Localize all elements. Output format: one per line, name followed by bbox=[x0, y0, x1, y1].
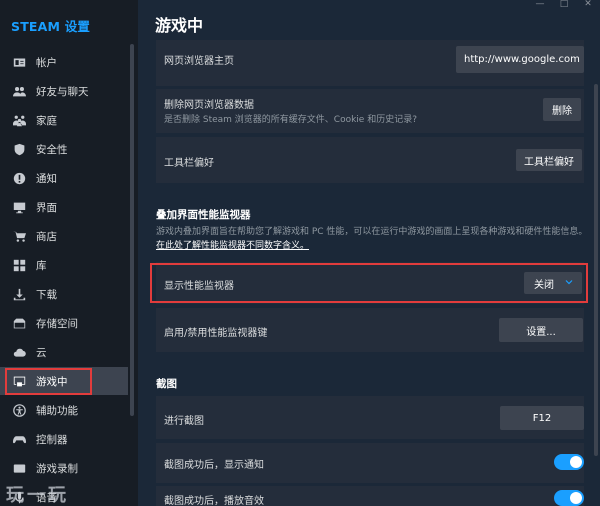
toolbar-preference-row: 工具栏偏好 工具栏偏好 bbox=[156, 137, 584, 183]
sidebar-item-label: 家庭 bbox=[36, 114, 57, 127]
perf-monitor-key-row: 启用/禁用性能监视器键 设置... bbox=[156, 308, 584, 352]
sidebar-item-label: 好友与聊天 bbox=[36, 85, 89, 98]
overlay-perf-description: 游戏内叠加界面旨在帮助您了解游戏和 PC 性能，可以在运行中游戏的画面上呈现各种… bbox=[156, 225, 588, 253]
maximize-icon[interactable]: □ bbox=[552, 0, 576, 10]
account-card-icon bbox=[11, 54, 27, 70]
shield-icon bbox=[11, 141, 27, 157]
screenshot-notify-toggle[interactable] bbox=[554, 454, 584, 470]
sidebar-item-accessibility[interactable]: 辅助功能 bbox=[0, 396, 128, 424]
settings-main-panel: — □ ✕ 游戏中 网页浏览器主页 http://www.google.com … bbox=[138, 0, 600, 506]
grid-icon bbox=[11, 257, 27, 273]
sidebar-item-label: 帐户 bbox=[36, 56, 57, 69]
sidebar-item-cloud[interactable]: 云 bbox=[0, 338, 128, 366]
accessibility-icon bbox=[11, 402, 27, 418]
screenshot-key-button[interactable]: F12 bbox=[500, 406, 584, 430]
sidebar-item-controller[interactable]: 控制器 bbox=[0, 425, 128, 453]
sidebar-item-library[interactable]: 库 bbox=[0, 251, 128, 279]
sidebar-item-label: 存储空间 bbox=[36, 317, 78, 330]
toggle-knob bbox=[570, 492, 582, 504]
monitor-icon bbox=[11, 199, 27, 215]
overlay-perf-learn-more-link[interactable]: 在此处了解性能监视器不同数字含义。 bbox=[156, 241, 309, 251]
recording-icon bbox=[11, 460, 27, 476]
toolbar-preference-button[interactable]: 工具栏偏好 bbox=[516, 149, 582, 171]
sidebar-item-store[interactable]: 商店 bbox=[0, 222, 128, 250]
take-screenshot-label: 进行截图 bbox=[164, 416, 204, 427]
sidebar-item-label: 游戏录制 bbox=[36, 462, 78, 475]
take-screenshot-row: 进行截图 F12 bbox=[156, 396, 584, 439]
screenshot-heading: 截图 bbox=[156, 378, 177, 390]
delete-browser-data-row: 删除网页浏览器数据 是否删除 Steam 浏览器的所有缓存文件、Cookie 和… bbox=[156, 89, 584, 133]
sidebar-item-recording[interactable]: 游戏录制 bbox=[0, 454, 128, 482]
sidebar-item-label: 安全性 bbox=[36, 143, 68, 156]
screenshot-notify-row: 截图成功后，显示通知 bbox=[156, 443, 584, 483]
storage-icon bbox=[11, 315, 27, 331]
sidebar-item-storage[interactable]: 存储空间 bbox=[0, 309, 128, 337]
browser-home-url-input[interactable]: http://www.google.com bbox=[456, 46, 584, 73]
sidebar-item-label: 库 bbox=[36, 259, 47, 272]
download-icon bbox=[11, 286, 27, 302]
overlay-perf-desc-text: 游戏内叠加界面旨在帮助您了解游戏和 PC 性能，可以在运行中游戏的画面上呈现各种… bbox=[156, 227, 588, 237]
page-title: 游戏中 bbox=[155, 16, 204, 35]
window-controls: — □ ✕ bbox=[528, 0, 600, 10]
perf-monitor-key-label: 启用/禁用性能监视器键 bbox=[164, 328, 268, 339]
sidebar-item-label: 控制器 bbox=[36, 433, 68, 446]
friends-icon bbox=[11, 83, 27, 99]
screenshot-sound-label: 截图成功后，播放音效 bbox=[164, 496, 264, 506]
sidebar-item-label: 云 bbox=[36, 346, 47, 359]
show-perf-monitor-highlight-box bbox=[150, 263, 588, 303]
watermark: 玩一玩 bbox=[6, 485, 69, 506]
active-item-highlight-box bbox=[5, 368, 92, 395]
browser-home-label: 网页浏览器主页 bbox=[164, 56, 234, 67]
delete-browser-data-label: 删除网页浏览器数据 bbox=[164, 100, 254, 111]
notification-icon bbox=[11, 170, 27, 186]
sidebar-item-downloads[interactable]: 下载 bbox=[0, 280, 128, 308]
settings-sidebar: STEAM 设置 帐户 好友与聊天 家庭 安全性 通知 界面 商店 库 下载 存… bbox=[0, 0, 138, 506]
screenshot-sound-toggle[interactable] bbox=[554, 490, 584, 506]
browser-home-row: 网页浏览器主页 http://www.google.com bbox=[156, 40, 584, 86]
sidebar-item-label: 商店 bbox=[36, 230, 57, 243]
sidebar-title: STEAM 设置 bbox=[11, 19, 91, 34]
overlay-perf-heading: 叠加界面性能监视器 bbox=[156, 209, 251, 221]
close-icon[interactable]: ✕ bbox=[576, 0, 600, 10]
sidebar-item-interface[interactable]: 界面 bbox=[0, 193, 128, 221]
toolbar-preference-label: 工具栏偏好 bbox=[164, 158, 214, 169]
sidebar-item-label: 界面 bbox=[36, 201, 57, 214]
cloud-icon bbox=[11, 344, 27, 360]
sidebar-item-family[interactable]: 家庭 bbox=[0, 106, 128, 134]
sidebar-item-label: 辅助功能 bbox=[36, 404, 78, 417]
main-scrollbar[interactable] bbox=[594, 84, 598, 456]
sidebar-item-account[interactable]: 帐户 bbox=[0, 48, 128, 76]
sidebar-item-notifications[interactable]: 通知 bbox=[0, 164, 128, 192]
screenshot-sound-row: 截图成功后，播放音效 bbox=[156, 486, 584, 506]
sidebar-item-label: 下载 bbox=[36, 288, 57, 301]
sidebar-item-security[interactable]: 安全性 bbox=[0, 135, 128, 163]
delete-button[interactable]: 删除 bbox=[543, 98, 581, 121]
perf-monitor-key-set-button[interactable]: 设置... bbox=[499, 318, 583, 342]
sidebar-item-label: 通知 bbox=[36, 172, 57, 185]
controller-icon bbox=[11, 431, 27, 447]
sidebar-scrollbar[interactable] bbox=[130, 44, 134, 416]
family-icon bbox=[11, 112, 27, 128]
delete-browser-data-desc: 是否删除 Steam 浏览器的所有缓存文件、Cookie 和历史记录? bbox=[164, 115, 417, 125]
toggle-knob bbox=[570, 456, 582, 468]
minimize-icon[interactable]: — bbox=[528, 0, 552, 10]
screenshot-notify-label: 截图成功后，显示通知 bbox=[164, 460, 264, 471]
sidebar-item-friends[interactable]: 好友与聊天 bbox=[0, 77, 128, 105]
cart-icon bbox=[11, 228, 27, 244]
